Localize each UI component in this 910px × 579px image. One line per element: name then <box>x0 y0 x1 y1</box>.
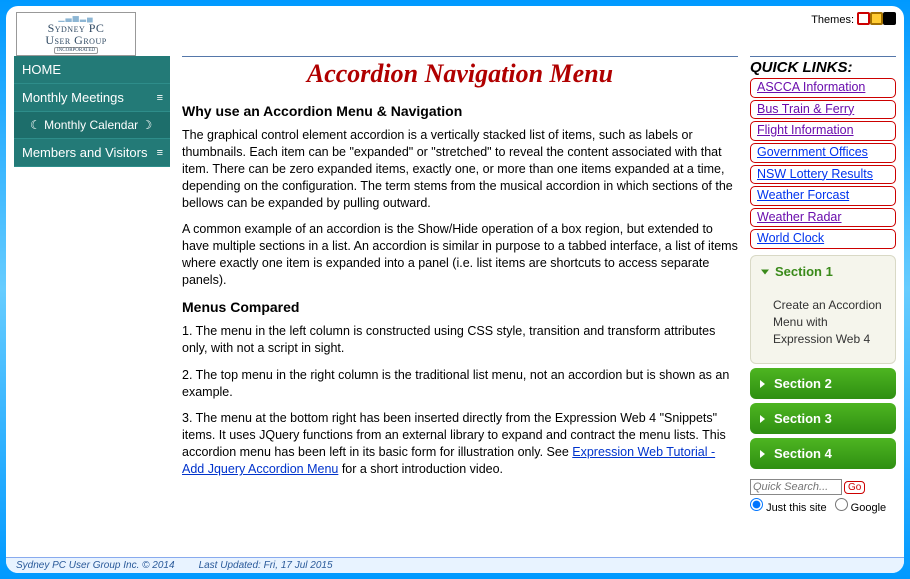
quicklink-0[interactable]: ASCCA Information <box>750 78 896 98</box>
quicklink-link[interactable]: Weather Radar <box>757 210 842 224</box>
columns: HOME Monthly Meetings ≡ ☾ Monthly Calendar … <box>6 56 904 514</box>
right-column: QUICK LINKS: ASCCA Information Bus Train … <box>750 56 896 514</box>
accordion-section-1: Section 1Create an Accordion Menu with E… <box>750 255 896 364</box>
search-input[interactable] <box>750 479 842 495</box>
quicklink-link[interactable]: ASCCA Information <box>757 80 865 94</box>
quicklink-1[interactable]: Bus Train & Ferry <box>750 100 896 120</box>
search-scope-site[interactable]: Just this site <box>750 498 827 514</box>
search-go-button[interactable]: Go <box>844 481 865 494</box>
radio-this-site[interactable] <box>750 498 763 511</box>
quicklink-4[interactable]: NSW Lottery Results <box>750 165 896 185</box>
quicklink-6[interactable]: Weather Radar <box>750 208 896 228</box>
para-2: A common example of an accordion is the … <box>182 221 738 289</box>
quicklink-link[interactable]: Government Offices <box>757 145 868 159</box>
quicklink-2[interactable]: Flight Information <box>750 121 896 141</box>
quicklink-3[interactable]: Government Offices <box>750 143 896 163</box>
accordion-section-2: Section 2 <box>750 368 896 399</box>
heading-why: Why use an Accordion Menu & Navigation <box>182 103 738 119</box>
nav-item-1[interactable]: Monthly Meetings ≡ <box>14 84 170 112</box>
nav-item-label: Members and Visitors <box>22 145 147 160</box>
accordion-header-3[interactable]: Section 3 <box>750 403 896 434</box>
nav-item-label: ☾ Monthly Calendar ☽ <box>30 118 152 132</box>
quicklink-link[interactable]: World Clock <box>757 231 824 245</box>
para-5-tail: for a short introduction video. <box>338 462 503 476</box>
radio-google-label: Google <box>851 502 886 514</box>
footer-updated: Last Updated: Fri, 17 Jul 2015 <box>199 560 333 571</box>
quicklink-5[interactable]: Weather Forcast <box>750 186 896 206</box>
left-nav: HOME Monthly Meetings ≡ ☾ Monthly Calendar … <box>14 56 170 514</box>
search-scope: Just this site Google <box>750 498 896 514</box>
themes-picker: Themes: <box>811 12 896 28</box>
logo-line2: User Group <box>45 34 106 46</box>
search-row: Go <box>750 479 896 495</box>
logo-inc: INCORPORATED <box>54 47 98 54</box>
heading-compared: Menus Compared <box>182 299 738 315</box>
logo[interactable]: ▁▃▅▂▄ Sydney PC User Group INCORPORATED <box>16 12 136 56</box>
accordion-header-2[interactable]: Section 2 <box>750 368 896 399</box>
accordion-header-1[interactable]: Section 1 <box>751 256 895 287</box>
para-3: 1. The menu in the left column is constr… <box>182 323 738 357</box>
nav-item-2[interactable]: ☾ Monthly Calendar ☽ <box>14 112 170 139</box>
para-4: 2. The top menu in the right column is t… <box>182 367 738 401</box>
nav-item-3[interactable]: Members and Visitors ≡ <box>14 139 170 167</box>
quicklink-link[interactable]: Bus Train & Ferry <box>757 102 854 116</box>
nav-item-0[interactable]: HOME <box>14 56 170 84</box>
theme-yellow[interactable] <box>870 12 883 25</box>
quicklinks-heading: QUICK LINKS: <box>750 59 896 76</box>
quicklink-link[interactable]: NSW Lottery Results <box>757 167 873 181</box>
nav-item-label: HOME <box>22 62 61 77</box>
app-window: ▁▃▅▂▄ Sydney PC User Group INCORPORATED … <box>6 6 904 573</box>
accordion: Section 1Create an Accordion Menu with E… <box>750 255 896 469</box>
burger-icon: ≡ <box>157 92 162 104</box>
quicklinks-list: ASCCA Information Bus Train & Ferry Flight… <box>750 78 896 249</box>
page-title: Accordion Navigation Menu <box>182 59 738 89</box>
quicklink-7[interactable]: World Clock <box>750 229 896 249</box>
theme-white[interactable] <box>857 12 870 25</box>
accordion-header-4[interactable]: Section 4 <box>750 438 896 469</box>
themes-label: Themes: <box>811 14 854 26</box>
topbar: ▁▃▅▂▄ Sydney PC User Group INCORPORATED … <box>6 6 904 56</box>
theme-black[interactable] <box>883 12 896 25</box>
main-content: Accordion Navigation Menu Why use an Acc… <box>182 56 738 514</box>
footer-copyright: Sydney PC User Group Inc. © 2014 <box>16 560 175 571</box>
radio-google[interactable] <box>835 498 848 511</box>
quicklink-link[interactable]: Weather Forcast <box>757 188 849 202</box>
burger-icon: ≡ <box>157 147 162 159</box>
accordion-body-1: Create an Accordion Menu with Expression… <box>751 287 895 363</box>
accordion-section-4: Section 4 <box>750 438 896 469</box>
quicklink-link[interactable]: Flight Information <box>757 123 854 137</box>
para-5: 3. The menu at the bottom right has been… <box>182 410 738 478</box>
search-scope-google[interactable]: Google <box>835 498 887 514</box>
para-1: The graphical control element accordion … <box>182 127 738 211</box>
radio-this-site-label: Just this site <box>766 502 827 514</box>
accordion-section-3: Section 3 <box>750 403 896 434</box>
footer: Sydney PC User Group Inc. © 2014 Last Up… <box>6 557 904 573</box>
nav-item-label: Monthly Meetings <box>22 90 124 105</box>
